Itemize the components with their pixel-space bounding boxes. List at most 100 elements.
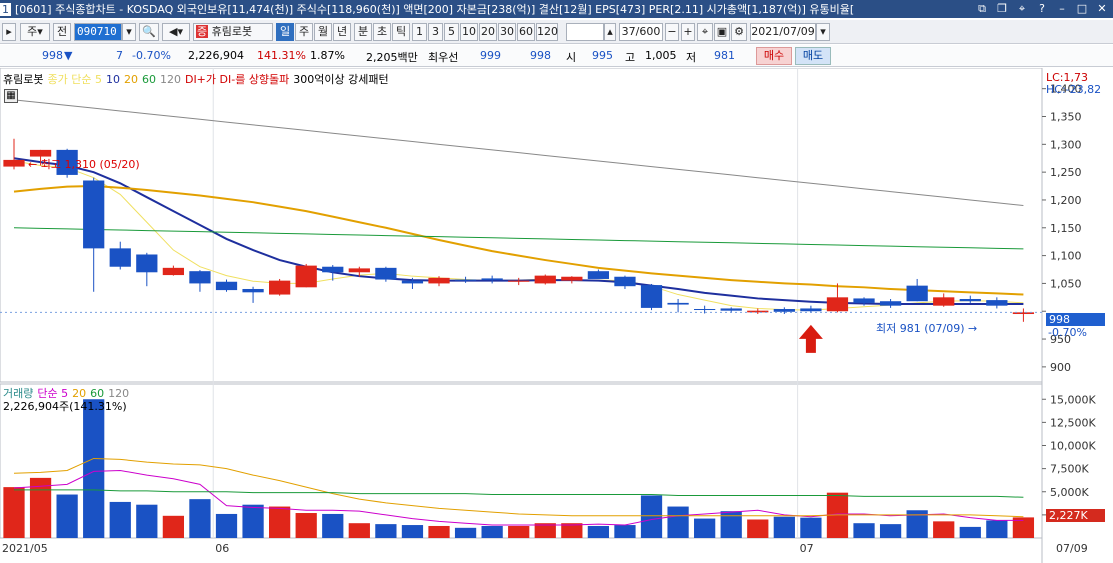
stock-chart[interactable]: 9009501,0501,1001,1501,2001,2501,3001,35… xyxy=(0,68,1113,563)
candle-body xyxy=(269,280,291,295)
interval-button[interactable]: 20 xyxy=(479,23,497,41)
volume-bar xyxy=(189,499,211,538)
volume-bar xyxy=(853,523,875,538)
pin-icon[interactable]: ⌖ xyxy=(1013,2,1031,16)
best-ask-label: 최우선 xyxy=(428,51,459,64)
search-icon[interactable]: 🔍 xyxy=(139,23,159,41)
candle-body xyxy=(614,276,636,287)
price-tick-label: 1,300 xyxy=(1050,138,1082,151)
volume-bar xyxy=(508,525,530,538)
market-select[interactable]: 주▾ xyxy=(20,23,50,41)
candle-body xyxy=(906,285,928,302)
volume-bar xyxy=(720,511,742,538)
interval-button[interactable]: 30 xyxy=(498,23,516,41)
last-volume-box: 2,227K xyxy=(1046,509,1105,522)
hc-label: HC:-23,82 xyxy=(1046,83,1102,96)
price-tick-label: 1,050 xyxy=(1050,277,1082,290)
quote-change-pct: -0.70% xyxy=(132,49,171,62)
interval-button[interactable]: 60 xyxy=(517,23,535,41)
quote-change: 7 xyxy=(116,49,123,62)
stock-code-input[interactable]: 090710 xyxy=(74,23,122,41)
best-bid: 998 xyxy=(530,49,551,62)
candle-body xyxy=(3,159,25,167)
sound-icon[interactable]: ◀▾ xyxy=(162,23,190,41)
candle-body xyxy=(109,248,131,267)
count-field[interactable]: 37/600 xyxy=(619,23,663,41)
period-button[interactable]: 초 xyxy=(373,23,391,41)
price-legend-item[interactable]: 300억이상 강세패턴 xyxy=(293,73,388,86)
interval-button[interactable]: 5 xyxy=(444,23,459,41)
custom-interval-input[interactable] xyxy=(566,23,604,41)
gear-icon[interactable]: ⚙ xyxy=(731,23,747,41)
sell-button[interactable]: 매도 xyxy=(795,47,831,65)
best-ask: 999 xyxy=(480,49,501,62)
crosshair-icon[interactable]: ⌖ xyxy=(697,23,713,41)
interval-button[interactable]: 1 xyxy=(412,23,427,41)
period-button[interactable]: 분 xyxy=(354,23,372,41)
high-note-text: 최고 1,310 (05/20) xyxy=(40,158,140,171)
interval-button[interactable]: 10 xyxy=(460,23,478,41)
volume-bar xyxy=(215,513,238,538)
stock-name-field[interactable]: 증 휴림로봇 xyxy=(193,23,273,41)
restore-icon[interactable]: ❐ xyxy=(993,2,1011,16)
chart-area[interactable]: 900 950 1,050 1,100 1,150 1,200 1,250 1,300 1,35… xyxy=(0,68,1113,563)
period-button[interactable]: 월 xyxy=(314,23,332,41)
calendar-icon[interactable]: ▾ xyxy=(816,23,830,41)
period-button[interactable]: 주 xyxy=(295,23,313,41)
candle-body xyxy=(986,300,1008,306)
minimize-icon[interactable]: – xyxy=(1053,2,1071,16)
candle-body xyxy=(189,271,211,284)
candle-body xyxy=(853,298,875,303)
candle-body xyxy=(667,302,689,305)
volume-bar xyxy=(3,487,25,538)
volume-tick-label: 5,000K xyxy=(1050,486,1089,499)
price-legend-item[interactable]: 휴림로봇 xyxy=(3,73,43,86)
menu-icon[interactable]: ▸ xyxy=(2,23,16,41)
stock-name: 휴림로봇 xyxy=(211,25,253,38)
candle-body xyxy=(454,279,477,281)
zoom-out-button[interactable]: − xyxy=(665,23,679,41)
candle-body xyxy=(694,309,716,311)
price-legend-item[interactable]: 60 xyxy=(142,73,156,86)
chart-toolbar: ▸ 주▾ 전 090710 ▾ 🔍 ◀▾ 증 휴림로봇 일주월년분초틱 1351… xyxy=(0,20,1113,44)
candle-body xyxy=(879,301,902,306)
prev-button[interactable]: 전 xyxy=(53,23,71,41)
table-icon[interactable]: ▦ xyxy=(4,89,18,103)
low-note-text: 최저 981 (07/09) xyxy=(876,322,965,335)
high-label: 고 xyxy=(625,51,636,64)
period-button[interactable]: 년 xyxy=(333,23,351,41)
help-icon[interactable]: ? xyxy=(1033,2,1051,16)
close-icon[interactable]: ✕ xyxy=(1093,2,1111,16)
candle-body xyxy=(375,267,397,280)
period-button[interactable]: 일 xyxy=(276,23,294,41)
price-tick-label: 1,100 xyxy=(1050,250,1082,263)
interval-button[interactable]: 120 xyxy=(536,23,558,41)
price-legend-item[interactable]: 종가 단순 5 xyxy=(47,73,101,86)
volume-note: 2,226,904주(141.31%) xyxy=(3,400,127,413)
volume-tick-label: 7,500K xyxy=(1050,463,1089,476)
candle-body xyxy=(561,276,583,281)
volume-bar xyxy=(348,523,370,538)
price-legend-item[interactable]: 20 xyxy=(124,73,138,86)
price-legend: 휴림로봇 종가 단순 5 10 20 60 120 DI+가 DI-를 상향돌파 300억이상… xyxy=(3,71,393,87)
zoom-in-button[interactable]: + xyxy=(681,23,695,41)
code-dropdown-button[interactable]: ▾ xyxy=(122,23,136,41)
interval-button[interactable]: 3 xyxy=(428,23,443,41)
date-field[interactable]: 2021/07/09 xyxy=(750,23,816,41)
volume-bar xyxy=(933,521,955,538)
price-legend-item[interactable]: 10 xyxy=(106,73,120,86)
candle-body xyxy=(587,271,610,279)
price-legend-item[interactable]: DI+가 DI-를 상향돌파 xyxy=(185,73,289,86)
maximize-icon[interactable]: □ xyxy=(1073,2,1091,16)
period-button[interactable]: 틱 xyxy=(392,23,410,41)
buy-button[interactable]: 매수 xyxy=(756,47,792,65)
low-label: 저 xyxy=(686,51,697,64)
volume-bar xyxy=(986,520,1008,538)
save-icon[interactable]: ▣ xyxy=(714,23,730,41)
x-axis-label: 07 xyxy=(799,542,814,555)
custom-interval-spin[interactable]: ▴ xyxy=(604,23,616,41)
link-icon[interactable]: ⧉ xyxy=(973,2,991,16)
price-legend-item[interactable]: 120 xyxy=(160,73,181,86)
quote-amount: 2,205백만 xyxy=(366,51,418,64)
last-change-label: -0.70% xyxy=(1048,326,1087,339)
